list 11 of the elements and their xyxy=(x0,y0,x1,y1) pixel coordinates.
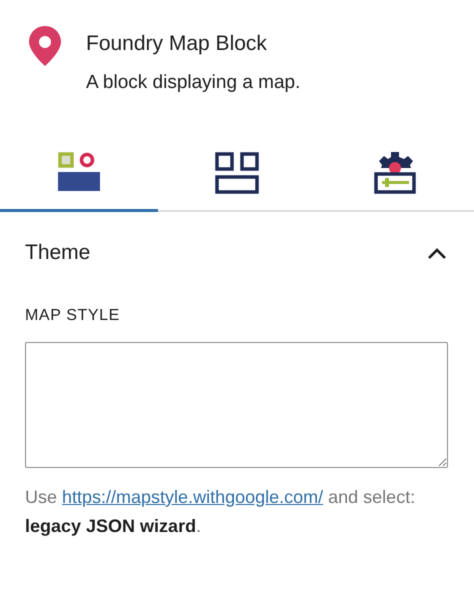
theme-panel-toggle[interactable]: Theme xyxy=(25,212,448,294)
layout-icon xyxy=(215,152,259,194)
style-icon xyxy=(58,152,100,192)
field-label: MAP STYLE xyxy=(25,307,121,325)
help-text: Use https://mapstyle.withgoogle.com/ and select: legacy JSON wizard. xyxy=(25,486,416,538)
block-description: A block displaying a map. xyxy=(86,72,300,94)
map-style-link[interactable]: https://mapstyle.withgoogle.com/ xyxy=(62,487,324,507)
settings-icon xyxy=(374,152,416,194)
map-pin-icon xyxy=(28,26,62,66)
block-title: Foundry Map Block xyxy=(86,32,268,56)
map-style-field[interactable] xyxy=(25,342,448,468)
